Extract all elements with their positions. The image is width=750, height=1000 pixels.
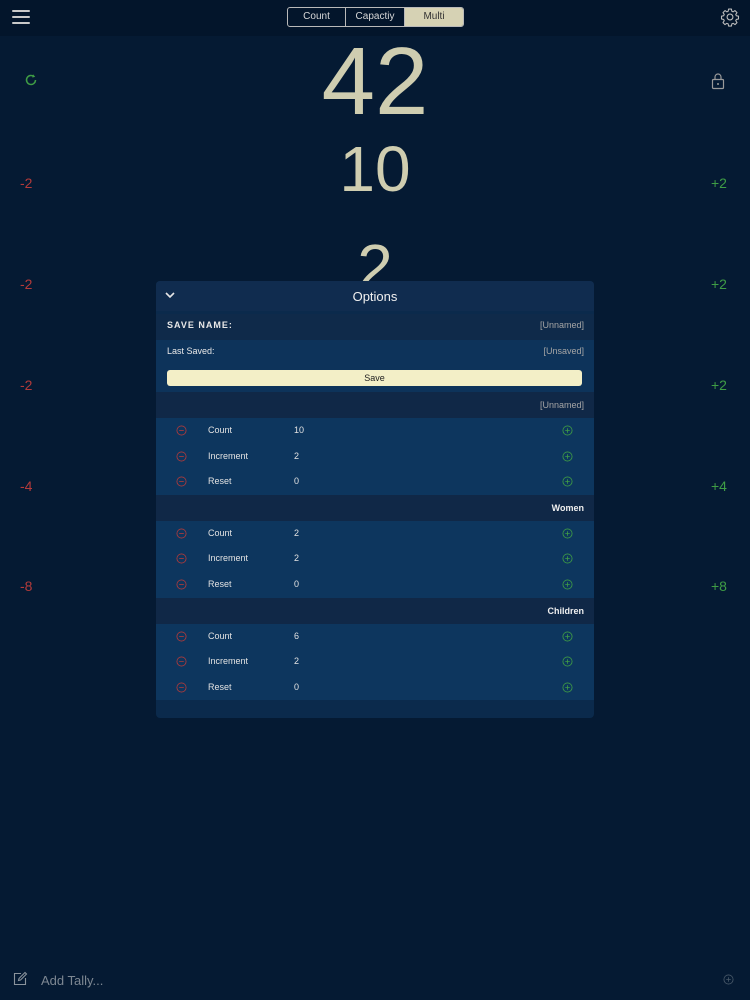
increment-button[interactable]: +4	[711, 478, 727, 494]
minus-circle-icon[interactable]	[176, 656, 187, 667]
setting-label: Count	[208, 630, 233, 641]
setting-row: Count 10	[156, 418, 594, 444]
options-title: Options	[352, 289, 398, 304]
group-settings: Count 2 Increment 2 Reset 0	[156, 520, 594, 598]
plus-circle-icon[interactable]	[562, 425, 573, 436]
gear-icon[interactable]	[720, 7, 740, 27]
save-button[interactable]: Save	[167, 370, 582, 386]
group-name[interactable]: Women	[552, 503, 584, 513]
plus-circle-icon[interactable]	[723, 974, 734, 985]
increment-button[interactable]: +2	[711, 377, 727, 393]
setting-label: Increment	[208, 656, 249, 667]
save-name-row[interactable]: SAVE NAME: [Unnamed]	[156, 314, 594, 340]
refresh-icon[interactable]	[23, 72, 39, 88]
plus-circle-icon[interactable]	[562, 451, 573, 462]
compose-icon[interactable]	[12, 971, 28, 987]
tally-app: Count Capactiy Multi 42 10 2 -2 -2 -2 -4…	[0, 0, 750, 1000]
setting-row: Increment 2	[156, 649, 594, 675]
setting-value: 2	[294, 656, 300, 667]
decrement-button[interactable]: -2	[20, 276, 32, 292]
setting-value: 2	[294, 527, 300, 538]
setting-row: Reset 0	[156, 572, 594, 598]
plus-circle-icon[interactable]	[562, 553, 573, 564]
increment-button[interactable]: +2	[711, 276, 727, 292]
counter-row-1[interactable]: 10	[0, 136, 750, 202]
setting-row: Reset 0	[156, 469, 594, 495]
setting-value: 0	[294, 681, 300, 692]
plus-circle-icon[interactable]	[562, 656, 573, 667]
setting-value: 2	[294, 553, 300, 564]
setting-value: 6	[294, 630, 300, 641]
plus-circle-icon[interactable]	[562, 682, 573, 693]
last-saved-row: Last Saved: [Unsaved]	[156, 340, 594, 366]
increment-button[interactable]: +8	[711, 578, 727, 594]
setting-row: Increment 2	[156, 444, 594, 470]
tab-multi[interactable]: Multi	[405, 8, 463, 26]
setting-label: Reset	[208, 681, 232, 692]
options-header: Options	[156, 281, 594, 311]
setting-row: Reset 0	[156, 675, 594, 701]
add-tally-input[interactable]: Add Tally...	[41, 973, 103, 988]
group-header: [Unnamed]	[156, 392, 594, 418]
tab-count[interactable]: Count	[288, 8, 346, 26]
setting-value: 2	[294, 450, 300, 461]
total-count: 42	[321, 28, 429, 135]
menu-icon[interactable]	[12, 10, 30, 24]
last-saved-label: Last Saved:	[167, 346, 215, 356]
setting-label: Count	[208, 425, 233, 435]
group-name[interactable]: [Unnamed]	[540, 400, 584, 410]
setting-value: 0	[294, 578, 300, 589]
setting-value: 0	[294, 476, 300, 487]
save-button-row: Save	[156, 366, 594, 392]
decrement-button[interactable]: -8	[20, 578, 32, 594]
minus-circle-icon[interactable]	[176, 451, 187, 462]
group-header: Children	[156, 597, 594, 624]
minus-circle-icon[interactable]	[176, 553, 187, 564]
minus-circle-icon[interactable]	[176, 579, 187, 590]
setting-label: Reset	[208, 578, 232, 589]
decrement-button[interactable]: -4	[20, 478, 32, 494]
decrement-button[interactable]: -2	[20, 377, 32, 393]
save-name-value[interactable]: [Unnamed]	[540, 320, 584, 330]
group-header: Women	[156, 494, 594, 521]
minus-circle-icon[interactable]	[176, 528, 187, 539]
lock-icon[interactable]	[710, 72, 726, 90]
setting-label: Reset	[208, 476, 232, 487]
setting-row: Increment 2	[156, 546, 594, 572]
mode-segmented-control: Count Capactiy Multi	[287, 7, 464, 27]
decrement-button[interactable]: -2	[20, 175, 32, 191]
minus-circle-icon[interactable]	[176, 476, 187, 487]
minus-circle-icon[interactable]	[176, 425, 187, 436]
save-name-label: SAVE NAME:	[167, 320, 233, 330]
setting-row: Count 6	[156, 624, 594, 650]
options-panel: Options SAVE NAME: [Unnamed] Last Saved:…	[156, 281, 594, 718]
plus-circle-icon[interactable]	[562, 579, 573, 590]
setting-row: Count 2	[156, 521, 594, 547]
minus-circle-icon[interactable]	[176, 631, 187, 642]
increment-button[interactable]: +2	[711, 175, 727, 191]
last-saved-value: [Unsaved]	[543, 346, 584, 356]
group-name[interactable]: Children	[547, 606, 584, 616]
plus-circle-icon[interactable]	[562, 528, 573, 539]
setting-label: Count	[208, 527, 233, 538]
minus-circle-icon[interactable]	[176, 682, 187, 693]
setting-label: Increment	[208, 553, 249, 564]
setting-value: 10	[294, 425, 305, 435]
group-settings: Count 10 Increment 2 Reset 0	[156, 418, 594, 495]
plus-circle-icon[interactable]	[562, 476, 573, 487]
plus-circle-icon[interactable]	[562, 631, 573, 642]
setting-label: Increment	[208, 450, 249, 461]
group-settings: Count 6 Increment 2 Reset 0	[156, 623, 594, 701]
tab-capacity[interactable]: Capactiy	[346, 8, 405, 26]
